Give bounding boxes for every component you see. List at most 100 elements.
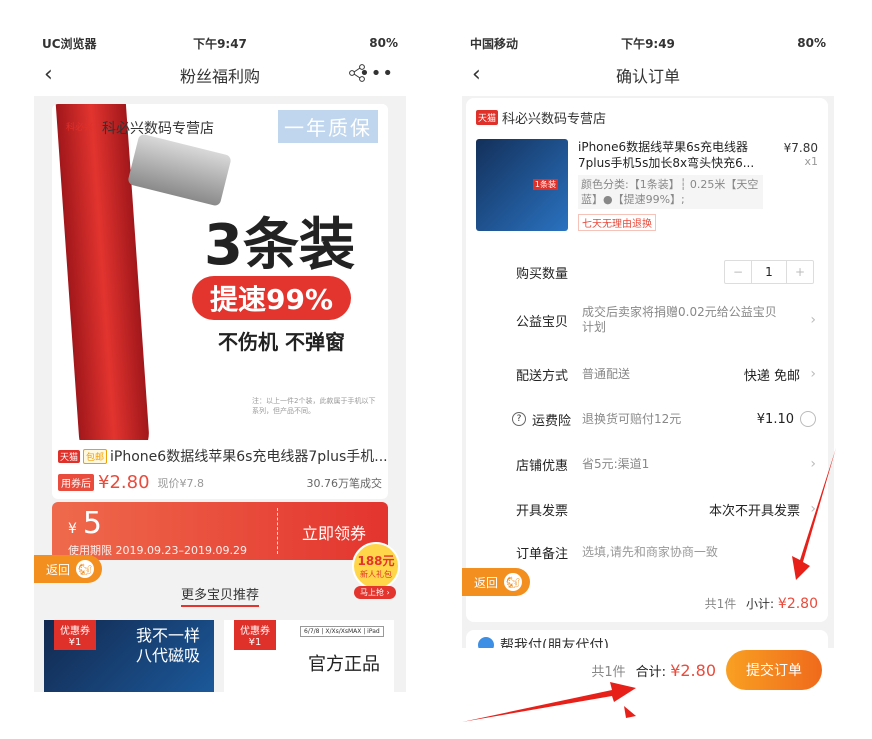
currency-symbol: ¥ [68, 521, 77, 537]
insurance-radio[interactable] [800, 411, 816, 427]
product-thumbnail[interactable]: 1条装 [476, 139, 568, 231]
more-icon[interactable]: ••• [359, 63, 394, 84]
rec-text: 官方正品 [308, 654, 380, 675]
squirrel-icon: 🐿 [76, 560, 95, 578]
recommendation-card[interactable]: 优惠券 ¥1 我不一样 八代磁吸 [44, 620, 214, 692]
subtotal-label: 小计: [746, 597, 775, 611]
tmall-tag: 天猫 [476, 110, 499, 125]
status-bar: UC浏览器 下午9:47 80% [34, 32, 406, 54]
get-coupon-button[interactable]: 立即领券 [302, 520, 366, 544]
chevron-right-icon: › [810, 312, 816, 328]
delivery-method: 快递 免邮 [743, 368, 800, 384]
coupon-bar[interactable]: ¥5 使用期限 2019.09.23–2019.09.29 立即领券 [52, 502, 388, 560]
annotation-arrow [624, 706, 636, 718]
rec-text: 我不一样 八代磁吸 [136, 626, 200, 666]
coupon-price: ¥2.80 [98, 472, 150, 493]
subheadline: 不伤机 不弹窗 [218, 330, 345, 354]
total-price: ¥2.80 [670, 660, 716, 680]
rec-line-1: 我不一样 [136, 626, 201, 645]
right-phone: 中国移动 下午9:49 80% ‹ 确认订单 天猫 科必兴数码专营店 1条装 i… [462, 32, 834, 692]
models-list: 6/7/8 | X/Xs/XsMAX | iPad [300, 626, 384, 637]
coupon-tag: 优惠券 ¥1 [54, 620, 96, 650]
item-name: iPhone6数据线苹果6s充电线器7plus手机5s加长8x弯头快充6... [578, 140, 755, 170]
insurance-label: 运费险 [532, 413, 572, 429]
fine-print: 注：以上一件2个装，此款属于手机以下系列，但产品不同。 [252, 397, 376, 415]
left-phone: UC浏览器 下午9:47 80% ‹ 粉丝福利购 ••• 科必兴 科必兴数码专营… [34, 32, 406, 692]
product-title-text: iPhone6数据线苹果6s充电线器7plus手机... [110, 449, 388, 465]
minus-button[interactable]: − [725, 261, 751, 283]
question-icon[interactable]: ? [512, 412, 526, 426]
plus-button[interactable]: + [787, 261, 813, 283]
row-shop-discount[interactable]: 店铺优惠 省5元:渠道1 › [466, 442, 828, 486]
after-coupon-label: 用券后 [58, 474, 94, 491]
chevron-right-icon: › [810, 501, 816, 517]
discount-label: 店铺优惠 [516, 458, 569, 474]
coupon-value: 5 [82, 506, 103, 541]
coupon-divider [277, 508, 278, 554]
original-price: 现价¥7.8 [157, 476, 205, 490]
buy-qty-label: 购买数量 [516, 266, 569, 282]
charity-label: 公益宝贝 [516, 314, 569, 330]
nav-bar: ‹ 粉丝福利购 ••• [34, 54, 406, 96]
item-price-block: ¥7.80 x1 [784, 141, 818, 168]
shop-name: 科必兴数码专营店 [102, 121, 214, 137]
page-title: 确认订单 [615, 67, 680, 86]
rec-line-2: 八代磁吸 [136, 646, 201, 665]
row-buy-quantity: 购买数量 − 1 + [466, 250, 828, 294]
back-label: 返回 [46, 562, 71, 577]
total-label: 合计: [635, 664, 667, 680]
invoice-label: 开具发票 [516, 503, 569, 519]
quality-badge: 一年质保 [278, 110, 378, 143]
back-button[interactable]: 返回 🐿 [34, 555, 102, 583]
submit-order-button[interactable]: 提交订单 [726, 650, 822, 690]
clock: 下午9:47 [193, 36, 247, 51]
tmall-tag: 天猫 [58, 449, 81, 463]
quantity-value[interactable]: 1 [751, 261, 787, 283]
chevron-right-icon: › [810, 366, 816, 382]
invoice-value: 本次不开具发票 [708, 503, 800, 519]
squirrel-icon: 🐿 [504, 573, 523, 591]
delivery-label: 配送方式 [516, 368, 569, 384]
insurance-price: ¥1.10 [756, 411, 794, 427]
coupon-tag-value: ¥1 [68, 637, 82, 648]
order-item[interactable]: 1条装 iPhone6数据线苹果6s充电线器7plus手机5s加长8x弯头快充6… [466, 137, 828, 233]
brand-logo: 科必兴 [66, 123, 94, 133]
shop-header[interactable]: 天猫 科必兴数码专营店 [466, 98, 828, 137]
back-button[interactable]: 返回 🐿 [462, 568, 530, 596]
row-insurance[interactable]: ? 运费险 退换货可赔付12元 ¥1.10 [466, 397, 828, 441]
more-recommendations-title: 更多宝贝推荐 [34, 584, 406, 607]
subtotal-price: ¥2.80 [777, 596, 818, 612]
nav-bar: ‹ 确认订单 [462, 54, 834, 96]
item-spec: 颜色分类:【1条装】┆ 0.25米【天空蓝】●【提速99%】; [578, 175, 763, 209]
recommendation-card[interactable]: 优惠券 ¥1 6/7/8 | X/Xs/XsMAX | iPad 官方正品 [224, 620, 394, 692]
clock: 下午9:49 [621, 36, 675, 51]
total: 合计: ¥2.80 [636, 661, 716, 680]
product-card[interactable]: 科必兴 科必兴数码专营店 一年质保 3条装 提速99% 不伤机 不弹窗 注：以上… [52, 104, 388, 499]
headline: 3条装 [204, 213, 355, 278]
coupon-amount: ¥5 [68, 506, 102, 541]
gift-amount: 188元 [357, 554, 395, 568]
chevron-right-icon: › [810, 456, 816, 472]
item-info: iPhone6数据线苹果6s充电线器7plus手机5s加长8x弯头快充6... … [578, 139, 763, 231]
note-input[interactable]: 选填,请先和商家协商一致 [582, 545, 782, 560]
row-delivery[interactable]: 配送方式 普通配送 快递 免邮 › [466, 352, 828, 396]
status-bar: 中国移动 下午9:49 80% [462, 32, 834, 54]
note-label: 订单备注 [516, 546, 569, 562]
return-policy-badge: 七天无理由退换 [578, 214, 656, 231]
row-charity[interactable]: 公益宝贝 成交后卖家将捐赠0.02元给公益宝贝计划 › [466, 298, 828, 342]
discount-value: 省5元:渠道1 [582, 456, 650, 471]
total-count: 共1件 [591, 664, 626, 680]
row-invoice[interactable]: 开具发票 本次不开具发票 › [466, 487, 828, 531]
coupon-tag: 优惠券 ¥1 [234, 620, 276, 650]
coupon-period: 使用期限 2019.09.23–2019.09.29 [68, 544, 247, 557]
quantity-stepper[interactable]: − 1 + [724, 260, 814, 284]
charity-value: 成交后卖家将捐赠0.02元给公益宝贝计划 [582, 305, 777, 334]
subtotal: 共1件 小计: ¥2.80 [705, 595, 818, 612]
product-title[interactable]: 天猫 包邮 iPhone6数据线苹果6s充电线器7plus手机... [52, 440, 388, 466]
coupon-tag-label: 优惠券 [240, 626, 270, 637]
coupon-tag-label: 优惠券 [60, 626, 90, 637]
subtotal-count: 共1件 [704, 597, 737, 611]
product-banner[interactable]: 科必兴 科必兴数码专营店 一年质保 3条装 提速99% 不伤机 不弹窗 注：以上… [52, 104, 388, 440]
thumb-label: 1条装 [532, 179, 558, 190]
more-title-text: 更多宝贝推荐 [180, 588, 259, 607]
